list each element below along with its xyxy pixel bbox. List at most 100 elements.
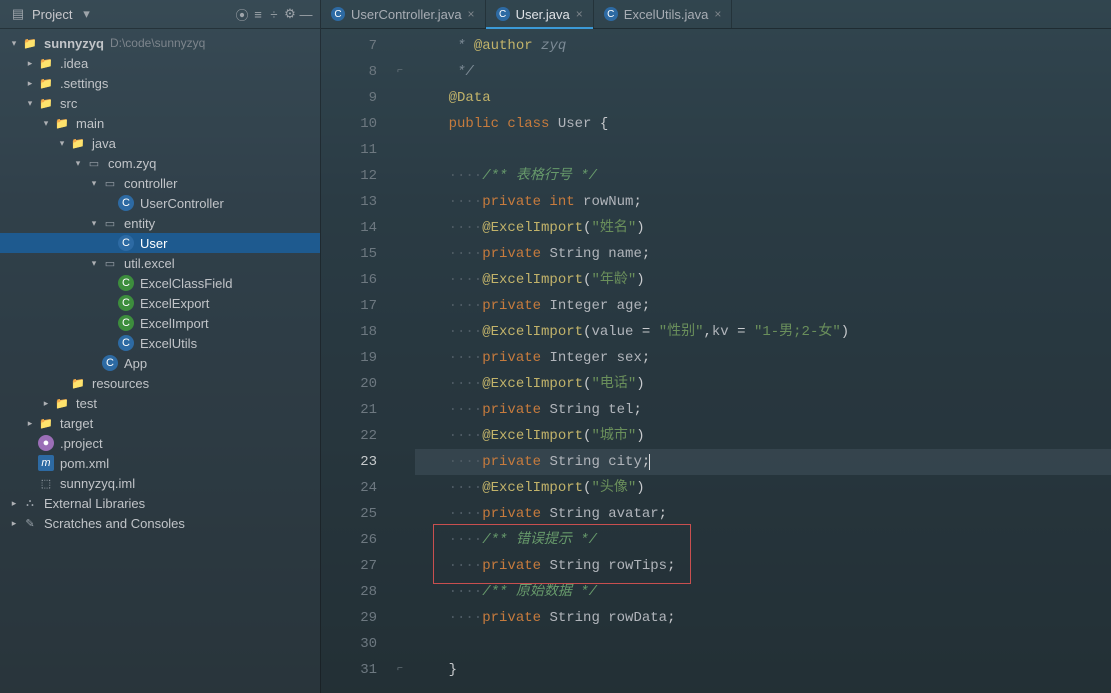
gear-icon[interactable]: ⚙ <box>282 6 298 22</box>
code-content[interactable]: * @author zyq */ @Data public class User… <box>407 29 1111 693</box>
chevron-icon[interactable] <box>24 437 36 449</box>
fold-marker[interactable] <box>393 163 407 189</box>
code-line[interactable]: } <box>415 657 1111 683</box>
tree-item-external-libraries[interactable]: ▸⛬External Libraries <box>0 493 320 513</box>
close-icon[interactable]: × <box>468 7 475 21</box>
tree-item-com-zyq[interactable]: ▾▭com.zyq <box>0 153 320 173</box>
code-line[interactable]: ····@ExcelImport("电话") <box>415 371 1111 397</box>
chevron-icon[interactable] <box>104 237 116 249</box>
tree-item--settings[interactable]: ▸📁.settings <box>0 73 320 93</box>
code-line[interactable]: ····private String city; <box>415 449 1111 475</box>
chevron-icon[interactable] <box>104 317 116 329</box>
chevron-icon[interactable]: ▾ <box>24 97 36 109</box>
tree-item-sunnyzyq[interactable]: ▾📁sunnyzyqD:\code\sunnyzyq <box>0 33 320 53</box>
code-line[interactable]: ····/** 原始数据 */ <box>415 579 1111 605</box>
fold-marker[interactable] <box>393 293 407 319</box>
tree-item--idea[interactable]: ▸📁.idea <box>0 53 320 73</box>
chevron-icon[interactable] <box>24 457 36 469</box>
fold-marker[interactable] <box>393 137 407 163</box>
chevron-icon[interactable]: ▾ <box>40 117 52 129</box>
chevron-icon[interactable]: ▸ <box>24 77 36 89</box>
dropdown-icon[interactable]: ▾ <box>78 6 94 22</box>
fold-marker[interactable] <box>393 605 407 631</box>
chevron-icon[interactable]: ▸ <box>8 497 20 509</box>
code-line[interactable]: ····private int rowNum; <box>415 189 1111 215</box>
code-line[interactable]: public class User { <box>415 111 1111 137</box>
chevron-icon[interactable]: ▾ <box>88 217 100 229</box>
tree-item-src[interactable]: ▾📁src <box>0 93 320 113</box>
close-icon[interactable]: × <box>714 7 721 21</box>
code-line[interactable]: ····private String name; <box>415 241 1111 267</box>
tree-item-resources[interactable]: 📁resources <box>0 373 320 393</box>
code-line[interactable]: ····private Integer sex; <box>415 345 1111 371</box>
tab-usercontroller-java[interactable]: CUserController.java× <box>321 0 486 28</box>
fold-marker[interactable] <box>393 527 407 553</box>
tree-item-test[interactable]: ▸📁test <box>0 393 320 413</box>
fold-marker[interactable] <box>393 475 407 501</box>
collapse-all-icon[interactable]: ÷ <box>266 6 282 22</box>
fold-marker[interactable] <box>393 553 407 579</box>
fold-marker[interactable] <box>393 371 407 397</box>
tab-user-java[interactable]: CUser.java× <box>486 0 594 28</box>
fold-marker[interactable] <box>393 267 407 293</box>
code-line[interactable]: ····private String tel; <box>415 397 1111 423</box>
tree-item-scratches-and-consoles[interactable]: ▸✎Scratches and Consoles <box>0 513 320 533</box>
fold-marker[interactable]: ⌐ <box>393 59 407 85</box>
code-line[interactable]: ····@ExcelImport("头像") <box>415 475 1111 501</box>
code-editor[interactable]: 7891011121314151617181920212223242526272… <box>321 29 1111 693</box>
fold-marker[interactable] <box>393 189 407 215</box>
chevron-icon[interactable]: ▾ <box>56 137 68 149</box>
chevron-icon[interactable] <box>104 337 116 349</box>
chevron-icon[interactable] <box>24 477 36 489</box>
tree-item-entity[interactable]: ▾▭entity <box>0 213 320 233</box>
code-line[interactable]: ····/** 表格行号 */ <box>415 163 1111 189</box>
fold-marker[interactable] <box>393 397 407 423</box>
locate-icon[interactable]: ⦿ <box>234 6 250 22</box>
close-icon[interactable]: × <box>576 7 583 21</box>
code-line[interactable]: ····private Integer age; <box>415 293 1111 319</box>
tree-item-excelutils[interactable]: CExcelUtils <box>0 333 320 353</box>
tree-item-util-excel[interactable]: ▾▭util.excel <box>0 253 320 273</box>
tree-item-user[interactable]: CUser <box>0 233 320 253</box>
fold-marker[interactable] <box>393 33 407 59</box>
tree-item-excelimport[interactable]: CExcelImport <box>0 313 320 333</box>
fold-marker[interactable] <box>393 111 407 137</box>
code-line[interactable]: */ <box>415 59 1111 85</box>
fold-marker[interactable] <box>393 449 407 475</box>
code-line[interactable]: * @author zyq <box>415 33 1111 59</box>
chevron-icon[interactable]: ▾ <box>88 177 100 189</box>
code-line[interactable]: ····/** 错误提示 */ <box>415 527 1111 553</box>
chevron-icon[interactable]: ▸ <box>40 397 52 409</box>
chevron-icon[interactable]: ▸ <box>24 57 36 69</box>
tree-item-java[interactable]: ▾📁java <box>0 133 320 153</box>
chevron-icon[interactable]: ▾ <box>72 157 84 169</box>
chevron-icon[interactable]: ▸ <box>8 517 20 529</box>
chevron-icon[interactable]: ▾ <box>88 257 100 269</box>
tree-item-excelclassfield[interactable]: CExcelClassField <box>0 273 320 293</box>
tree-item--project[interactable]: ●.project <box>0 433 320 453</box>
fold-marker[interactable] <box>393 241 407 267</box>
chevron-icon[interactable] <box>88 357 100 369</box>
code-line[interactable] <box>415 137 1111 163</box>
chevron-icon[interactable] <box>104 297 116 309</box>
fold-marker[interactable] <box>393 631 407 657</box>
tree-item-controller[interactable]: ▾▭controller <box>0 173 320 193</box>
fold-column[interactable]: ⌐⌐ <box>393 29 407 693</box>
code-line[interactable]: ····@ExcelImport("城市") <box>415 423 1111 449</box>
project-tree[interactable]: ▾📁sunnyzyqD:\code\sunnyzyq▸📁.idea▸📁.sett… <box>0 29 320 693</box>
code-line[interactable] <box>415 631 1111 657</box>
tree-item-usercontroller[interactable]: CUserController <box>0 193 320 213</box>
chevron-icon[interactable]: ▾ <box>8 37 20 49</box>
fold-marker[interactable] <box>393 85 407 111</box>
tree-item-main[interactable]: ▾📁main <box>0 113 320 133</box>
tab-excelutils-java[interactable]: CExcelUtils.java× <box>594 0 733 28</box>
tree-item-sunnyzyq-iml[interactable]: ⬚sunnyzyq.iml <box>0 473 320 493</box>
fold-marker[interactable]: ⌐ <box>393 657 407 683</box>
fold-marker[interactable] <box>393 345 407 371</box>
chevron-icon[interactable] <box>56 377 68 389</box>
tree-item-pom-xml[interactable]: mpom.xml <box>0 453 320 473</box>
chevron-icon[interactable]: ▸ <box>24 417 36 429</box>
chevron-icon[interactable] <box>104 197 116 209</box>
hide-icon[interactable]: — <box>298 6 314 22</box>
code-line[interactable]: ····private String avatar; <box>415 501 1111 527</box>
